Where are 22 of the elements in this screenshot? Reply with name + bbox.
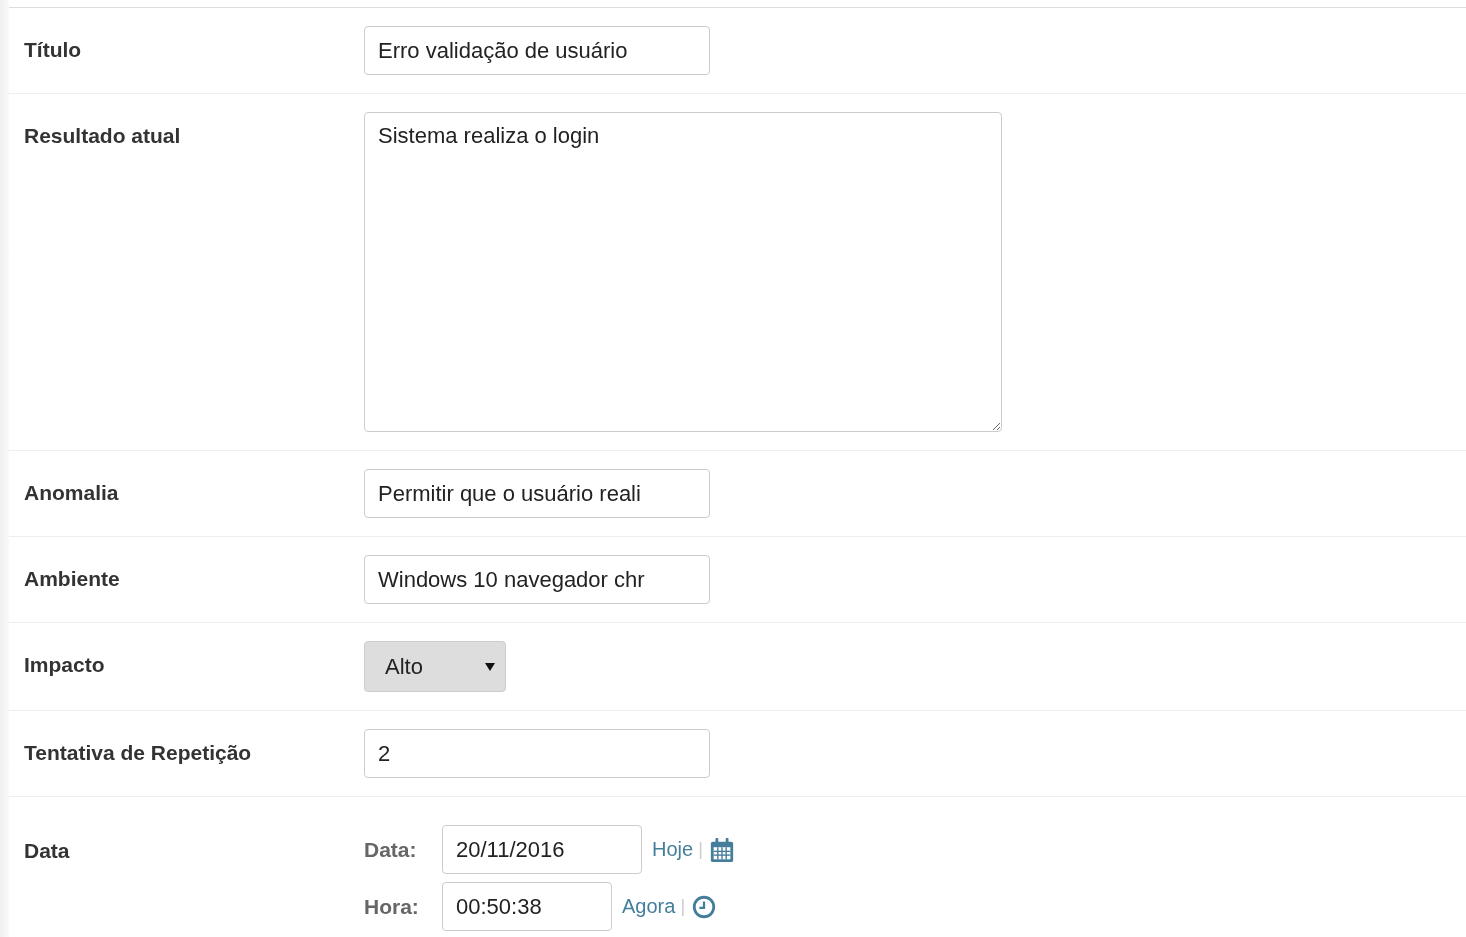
field-label: Ambiente — [23, 567, 121, 591]
text-input[interactable]: 2 — [364, 729, 710, 778]
text-area[interactable]: Sistema realiza o login — [364, 112, 1002, 432]
date-label: Data: — [364, 837, 418, 862]
field-label: Título — [23, 38, 83, 62]
separator: | — [698, 839, 703, 860]
field-label: Impacto — [23, 653, 106, 677]
field-label: Anomalia — [23, 481, 120, 505]
today-link[interactable]: Hoje — [652, 838, 694, 861]
date-input[interactable]: 20/11/2016 — [442, 825, 642, 874]
field-label: Tentativa de Repetição — [23, 741, 253, 765]
text-input[interactable]: Windows 10 navegador chr — [364, 555, 710, 604]
field-label: Resultado atual — [23, 124, 182, 148]
now-link[interactable]: Agora — [622, 895, 676, 918]
time-label: Hora: — [364, 894, 420, 919]
impact-select[interactable]: Alto — [364, 641, 506, 692]
time-input[interactable]: 00:50:38 — [442, 882, 612, 931]
separator: | — [680, 896, 686, 917]
caret-icon — [485, 662, 495, 671]
text-input[interactable]: Erro validação de usuário — [364, 26, 710, 75]
text-input[interactable]: Permitir que o usuário reali — [364, 469, 710, 518]
field-label: Data — [23, 839, 71, 863]
